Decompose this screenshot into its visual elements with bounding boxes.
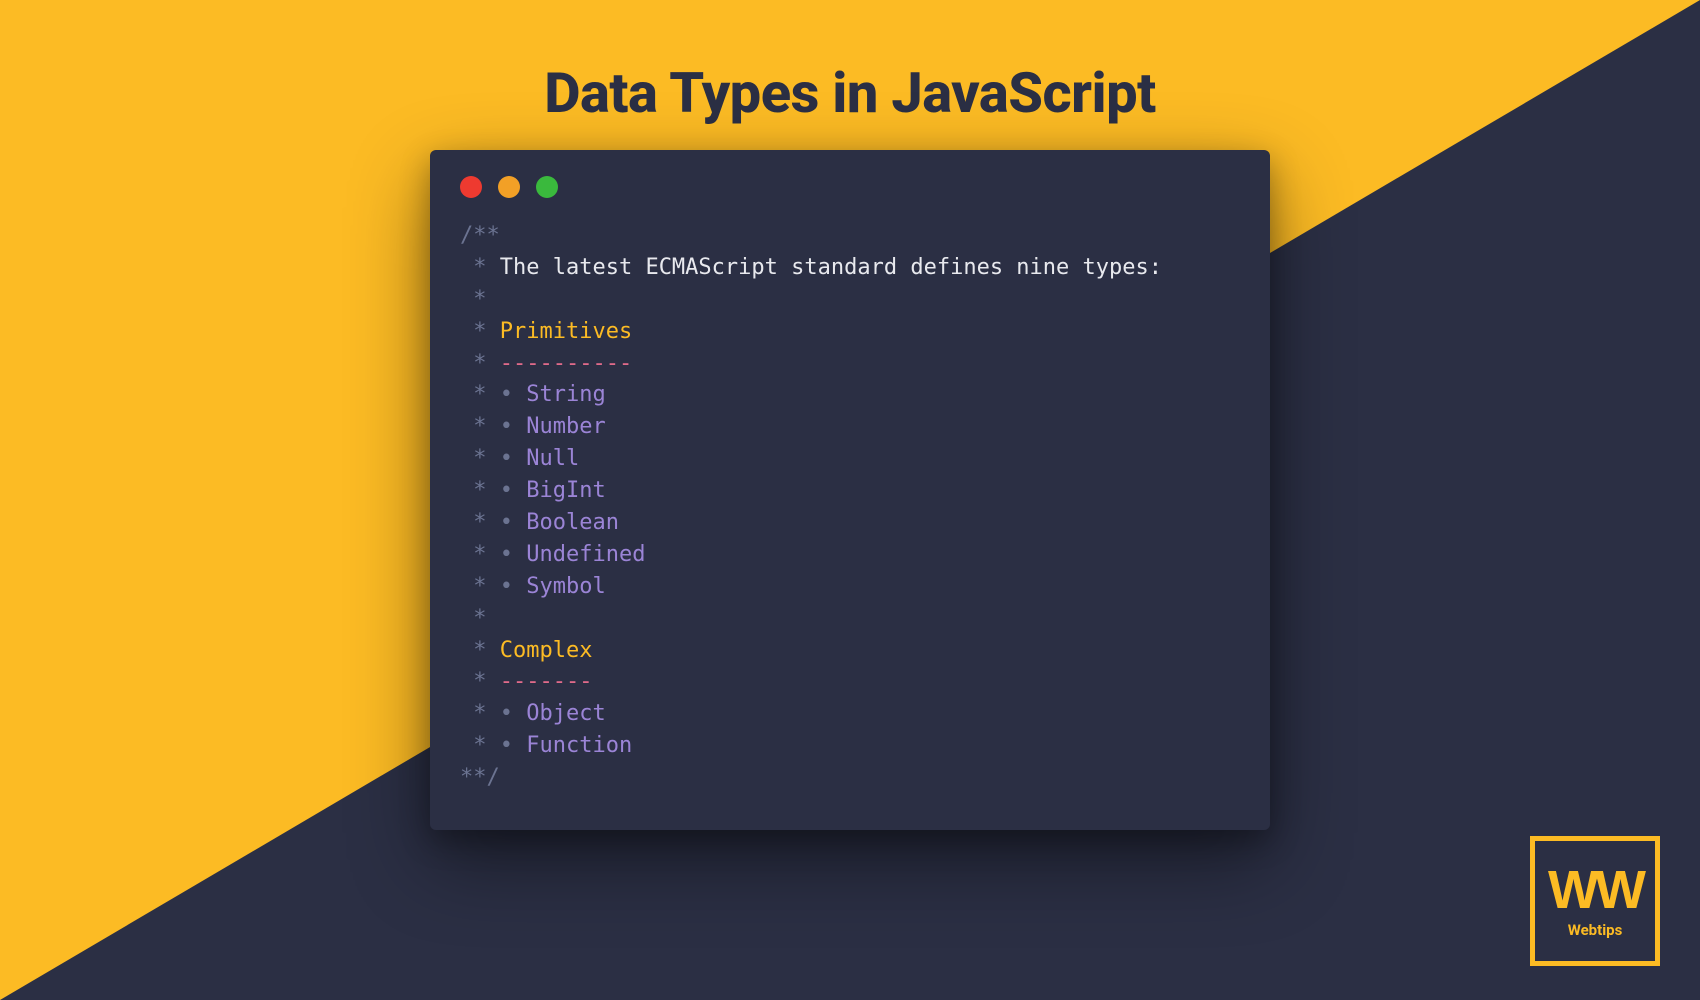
brand-logo-text: Webtips	[1568, 921, 1623, 939]
code-block: /** * The latest ECMAScript standard def…	[460, 220, 1240, 794]
page-title: Data Types in JavaScript	[0, 60, 1700, 126]
minimize-icon	[498, 176, 520, 198]
brand-logo: WW Webtips	[1530, 836, 1660, 966]
window-traffic-lights	[460, 176, 1240, 198]
maximize-icon	[536, 176, 558, 198]
close-icon	[460, 176, 482, 198]
brand-logo-mark: WW	[1548, 863, 1642, 917]
code-window: /** * The latest ECMAScript standard def…	[430, 150, 1270, 830]
